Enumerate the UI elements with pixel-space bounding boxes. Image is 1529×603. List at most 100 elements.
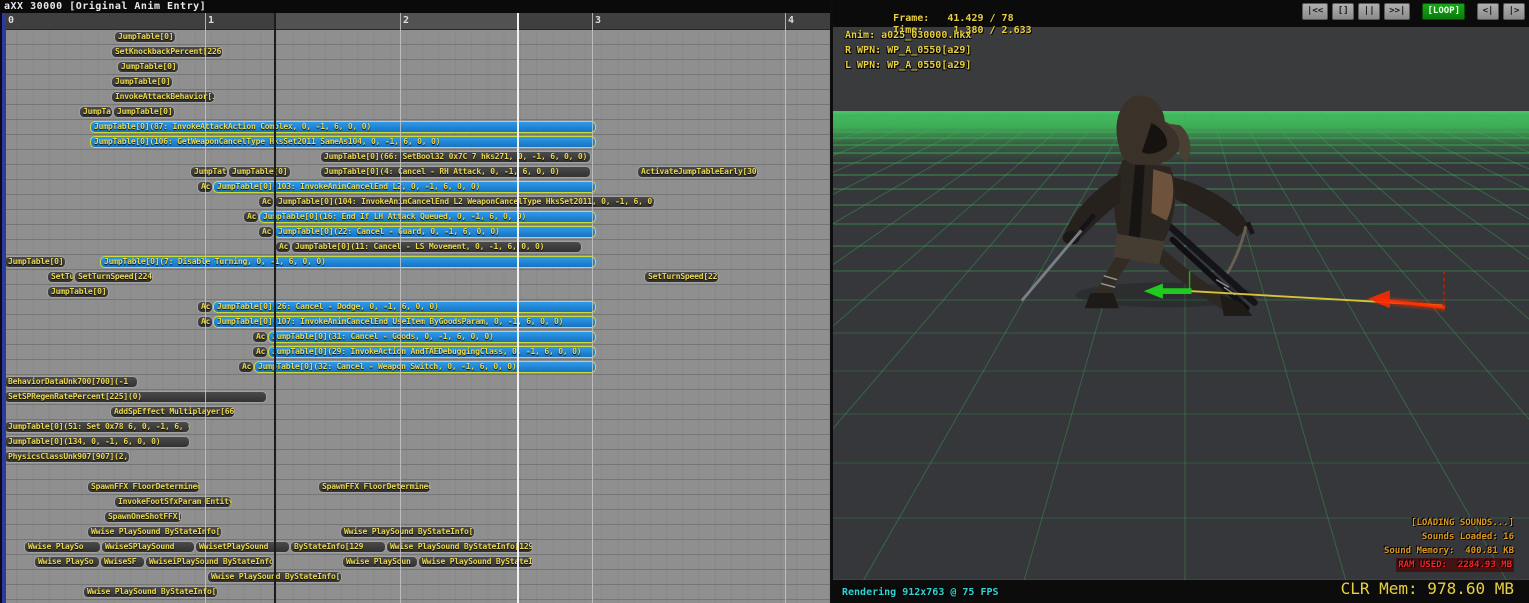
red-direction-arrow (1368, 290, 1390, 308)
animation-end-marker (517, 13, 519, 603)
timeline-event[interactable]: SetSPRegenRatePercent[225](0) (4, 391, 267, 403)
timeline-event[interactable]: PhysicsClassUnk907[907](2, (4, 451, 130, 463)
stop-button[interactable]: [] (1332, 3, 1354, 20)
timeline-event[interactable]: JumpTable[0](7: Disable Turning, 0, -1, … (100, 256, 596, 268)
timeline-event[interactable]: Wwise PlaySound ByStateInfo[129] (340, 526, 475, 538)
timeline-event[interactable]: SpawnOneShotFFX[96] (104, 511, 182, 523)
timeline-event[interactable]: JumpTat (79, 106, 113, 118)
step-forward-button[interactable]: |> (1503, 3, 1525, 20)
timeline-event[interactable]: BehaviorDataUnk700[700](-1 (4, 376, 138, 388)
timeline-event[interactable]: Wwise PlaySo (24, 541, 101, 553)
go-to-start-button[interactable]: |<< (1302, 3, 1328, 20)
timeline-event[interactable]: JumpTable[0] (111, 76, 173, 88)
timeline-event[interactable]: JumpTable[0](107: InvokeAnimCancelEnd Us… (213, 316, 596, 328)
playhead-line[interactable] (274, 13, 276, 603)
timeline-event[interactable]: InvokeAttackBehavior[1] (111, 91, 215, 103)
second-gridline (205, 13, 206, 603)
loading-sounds-label: [LOADING SOUNDS...] (1384, 516, 1514, 530)
timeline-event[interactable]: Ac (243, 211, 259, 223)
timeline-panel: aXX 30000 [Original Anim Entry] 01234 Ju… (0, 0, 830, 603)
timeline-event[interactable]: Wwise PlaySound ByStateInfo[129] (418, 556, 533, 568)
timeline-event[interactable]: Ac (252, 346, 268, 358)
timeline-event[interactable]: SpawnFFX FloorDetermined[112] (318, 481, 431, 493)
right-weapon-label: R WPN: WP_A_0550[a29] (845, 45, 971, 56)
timeline-event[interactable]: ByStateInfo[129 (290, 541, 386, 553)
timeline-event[interactable]: WwiseSPlaySound (101, 541, 195, 553)
second-gridline (400, 13, 401, 603)
clr-memory-label: CLR Mem: 978.60 MB (1341, 579, 1514, 598)
ruler-mark-0: 0 (8, 15, 14, 26)
timeline-event[interactable]: SetKnockbackPercent[226] (111, 46, 223, 58)
timeline-event[interactable]: Ac (252, 331, 268, 343)
timeline-event[interactable]: JumpTable[0](104: InvokeAnimCancelEnd L2… (274, 196, 655, 208)
ram-used-label: RAM USED: 2284.93 MB (1396, 558, 1514, 572)
left-weapon-label: L WPN: WP_A_0550[a29] (845, 60, 971, 71)
timeline-start-marker (2, 13, 6, 603)
ruler-active-range (274, 13, 517, 29)
timeline-event[interactable]: JumpTable[0](103: InvokeAnimCancelEnd L2… (213, 181, 596, 193)
viewport-topbar: Frame: 41.429 / 78 Time: 1.380 / 2.633 |… (833, 0, 1529, 27)
timeline-event[interactable]: Ac (238, 361, 254, 373)
timeline-event[interactable]: WwiseiPlaySound ByStateInfo[129] (145, 556, 273, 568)
timeline-event[interactable]: Wwise PlaySound ByStateInfo[129] (87, 526, 222, 538)
timeline-event[interactable]: SetTurnSpeed[224] (74, 271, 153, 283)
timeline-event[interactable]: JumpTable[0](11: Cancel - LS Movement, 0… (291, 241, 582, 253)
timeline-event[interactable]: JumpTable[0] (4, 256, 66, 268)
sound-memory-label: Sound Memory: 400.81 KB (1384, 544, 1514, 558)
timeline-event[interactable]: JumpTable[0](29: InvokeAction AndTAEDebu… (268, 346, 596, 358)
step-back-button[interactable]: <| (1477, 3, 1499, 20)
timeline-event[interactable]: JumpTable[0] (47, 286, 109, 298)
timeline-event[interactable]: JumpTable[0] (114, 31, 176, 43)
timeline-event[interactable]: JumpTable[0](26: Cancel - Dodge, 0, -1, … (213, 301, 596, 313)
second-gridline (592, 13, 593, 603)
timeline-event[interactable]: JumpTable[0] (117, 61, 179, 73)
sounds-loaded-label: Sounds Loaded: 16 (1384, 530, 1514, 544)
character-model (1022, 96, 1257, 316)
anim-filename-label: Anim: a025_030000.hkx (845, 30, 971, 41)
timeline-event[interactable]: InvokeFootSfxParam Entity[792] (114, 496, 232, 508)
timeline-event[interactable]: JumpTat (190, 166, 228, 178)
timeline-event[interactable]: JumpTable[0](66: SetBool32 0x7C 7 hks271… (320, 151, 591, 163)
timeline-event[interactable]: Wwise PlaySound ByStateInfo[129] (83, 586, 218, 598)
timeline-event[interactable]: JumpTable[0](87: InvokeAttackAction Comp… (90, 121, 596, 133)
second-gridline (785, 13, 786, 603)
timeline-track[interactable]: JumpTable[0] SetKnockbackPercent[226] Jump… (0, 30, 830, 603)
sound-status-stack: [LOADING SOUNDS...] Sounds Loaded: 16 So… (1384, 516, 1514, 572)
transport-controls: |<<[]||>>| [LOOP] <||> (1302, 3, 1525, 20)
model-viewport[interactable]: Anim: a025_030000.hkx R WPN: WP_A_0550[a… (833, 27, 1529, 580)
timeline-event[interactable]: JumpTable[0](22: Cancel - Guard, 0, -1, … (274, 226, 596, 238)
timeline-event[interactable]: JumpTable[0](106: GetWeaponCancelType Hk… (90, 136, 596, 148)
timeline-ruler[interactable]: 01234 (0, 13, 830, 30)
timeline-title: aXX 30000 [Original Anim Entry] (0, 0, 830, 13)
go-to-end-button[interactable]: >>| (1384, 3, 1410, 20)
ruler-mark-1: 1 (208, 15, 214, 26)
timeline-event[interactable]: WwiseSF (100, 556, 145, 568)
timeline-event[interactable]: SetTurnSpeed[224] (644, 271, 719, 283)
timeline-event[interactable]: JumpTable[0](31: Cancel - Goods, 0, -1, … (268, 331, 596, 343)
timeline-event[interactable]: JumpTable[0](16: End If LH Attack Queued… (259, 211, 596, 223)
timeline-event[interactable]: SpawnFFX FloorDetermined[112] (87, 481, 200, 493)
timeline-event[interactable]: JumpTable[0](51: Set 0x78 6, 0, -1, 6, 0 (4, 421, 190, 433)
timeline-event[interactable]: Ac (258, 196, 274, 208)
timeline-event[interactable]: Wwise PlaySoun (342, 556, 418, 568)
scene-overlay (833, 27, 1529, 580)
timeline-event[interactable]: JumpTable[0](32: Cancel - Weapon Switch,… (254, 361, 596, 373)
timeline-event[interactable]: ActivateJumpTableEarly[300] (637, 166, 758, 178)
ds-anim-studio-window: aXX 30000 [Original Anim Entry] 01234 Ju… (0, 0, 1529, 603)
timeline-event[interactable]: AddSpEffect Multiplayer[66] (110, 406, 235, 418)
render-stats-label: Rendering 912x763 @ 75 FPS (840, 587, 1001, 598)
timeline-event[interactable]: Wwise PlaySound ByStateInfo[129] (386, 541, 533, 553)
timeline-event[interactable]: SetTu (47, 271, 74, 283)
viewport-panel: Anim: a025_030000.hkx R WPN: WP_A_0550[a… (833, 0, 1529, 603)
timeline-event[interactable]: Wwise PlaySo (34, 556, 100, 568)
timeline-event[interactable]: Ac (275, 241, 291, 253)
timeline-event[interactable]: JumpTable[0] (228, 166, 291, 178)
timeline-event[interactable]: JumpTable[0](4: Cancel - RH Attack, 0, -… (320, 166, 591, 178)
ruler-mark-4: 4 (788, 15, 794, 26)
pause-button[interactable]: || (1358, 3, 1380, 20)
timeline-event[interactable]: Ac (258, 226, 274, 238)
viewport-bottombar: Rendering 912x763 @ 75 FPS CLR Mem: 978.… (833, 580, 1529, 603)
timeline-event[interactable]: JumpTable[0] (113, 106, 175, 118)
timeline-event[interactable]: JumpTable[0](134, 0, -1, 6, 0, 0) (4, 436, 190, 448)
loop-toggle-button[interactable]: [LOOP] (1422, 3, 1465, 20)
